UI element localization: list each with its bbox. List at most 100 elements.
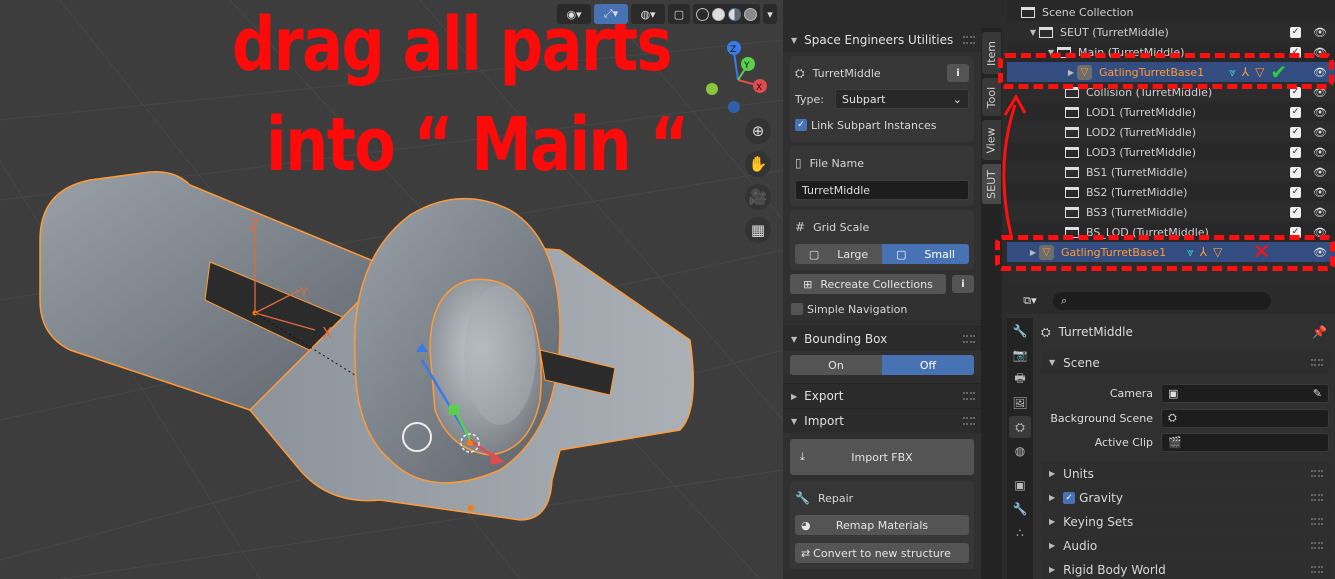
render-tab-icon[interactable]: 📷: [1009, 344, 1031, 366]
outliner-row[interactable]: LOD2 (TurretMiddle) ✓ 👁: [1007, 122, 1335, 142]
eye-icon[interactable]: 👁: [1313, 226, 1327, 239]
info-button[interactable]: i: [947, 64, 969, 82]
simple-navigation-checkbox[interactable]: Simple Navigation: [791, 298, 973, 320]
import-fbx-button[interactable]: ⤓ Import FBX: [790, 439, 974, 475]
remap-materials-button[interactable]: ◕ Remap Materials: [795, 515, 969, 535]
outliner-row[interactable]: Scene Collection: [1007, 2, 1335, 22]
drag-handle-icon[interactable]: [1311, 470, 1323, 477]
rigid-body-panel-header[interactable]: ▶ Rigid Body World: [1041, 558, 1329, 579]
eye-icon[interactable]: 👁: [1313, 86, 1327, 99]
export-header[interactable]: ▶ Export: [783, 384, 981, 408]
eye-icon[interactable]: 👁: [1313, 166, 1327, 179]
scene-tab-icon[interactable]: ⛭: [1009, 416, 1031, 438]
bounding-box-header[interactable]: ▼ Bounding Box: [783, 327, 981, 351]
drag-handle-icon[interactable]: [963, 36, 975, 44]
outliner-row[interactable]: LOD1 (TurretMiddle) ✓ 👁: [1007, 102, 1335, 122]
include-checkbox[interactable]: ✓: [1290, 206, 1302, 218]
eyedropper-icon[interactable]: ✎: [1313, 387, 1322, 400]
camera-field[interactable]: ▣ ✎: [1161, 383, 1329, 403]
file-name-input[interactable]: TurretMiddle: [795, 180, 969, 200]
rendered-shading-icon[interactable]: [744, 7, 757, 21]
eye-icon[interactable]: 👁: [1313, 146, 1327, 159]
include-checkbox[interactable]: ✓: [1290, 46, 1302, 58]
material-shading-icon[interactable]: [728, 7, 741, 21]
pin-icon[interactable]: 📌: [1312, 325, 1327, 339]
zoom-icon[interactable]: ⊕: [745, 118, 771, 144]
tool-tab-icon[interactable]: 🔧: [1009, 320, 1031, 342]
eye-icon[interactable]: 👁: [1313, 246, 1327, 259]
gizmo-toggle-icon[interactable]: ⤢▾: [594, 4, 628, 24]
bb-off-button[interactable]: Off: [882, 355, 974, 375]
xray-icon[interactable]: ▢: [668, 4, 690, 24]
link-subpart-checkbox[interactable]: ✓ Link Subpart Instances: [795, 114, 969, 136]
outliner-row[interactable]: BS_LOD (TurretMiddle) ✓ 👁: [1007, 222, 1335, 242]
include-checkbox[interactable]: ✓: [1290, 146, 1302, 158]
search-input[interactable]: ⌕: [1053, 292, 1271, 310]
modifier-tab-icon[interactable]: 🔧: [1009, 498, 1031, 520]
drag-handle-icon[interactable]: [1311, 518, 1323, 525]
eye-icon[interactable]: 👁: [1313, 126, 1327, 139]
drag-handle-icon[interactable]: [1311, 494, 1323, 501]
include-checkbox[interactable]: ✓: [1290, 86, 1302, 98]
eye-icon[interactable]: 👁: [1313, 206, 1327, 219]
grid-small-button[interactable]: ▢ Small: [882, 244, 969, 264]
camera-icon[interactable]: 🎥: [745, 184, 771, 210]
drag-handle-icon[interactable]: [1311, 359, 1323, 366]
drag-handle-icon[interactable]: [963, 392, 975, 400]
units-panel-header[interactable]: ▶ Units: [1041, 462, 1329, 485]
include-checkbox[interactable]: ✓: [1290, 26, 1302, 38]
drag-handle-icon[interactable]: [963, 417, 975, 425]
3d-viewport[interactable]: Z X Y Z X Y drag all parts into “ Main “…: [0, 0, 783, 579]
overlays-icon[interactable]: ◍▾: [631, 4, 665, 24]
visibility-icon[interactable]: ◉▾: [557, 4, 591, 24]
outliner-row-selected[interactable]: ▶ ▽ GatlingTurretBase1 ⩔ ⅄ ▽ ✔ 👁: [1007, 60, 1335, 84]
include-checkbox[interactable]: ✓: [1290, 226, 1302, 238]
eye-icon[interactable]: 👁: [1313, 66, 1327, 79]
keying-sets-panel-header[interactable]: ▶ Keying Sets: [1041, 510, 1329, 533]
include-checkbox[interactable]: ✓: [1290, 166, 1302, 178]
outliner-row[interactable]: BS1 (TurretMiddle) ✓ 👁: [1007, 162, 1335, 182]
eye-icon[interactable]: 👁: [1313, 186, 1327, 199]
outliner-row[interactable]: Collision (TurretMiddle) ✓ 👁: [1007, 82, 1335, 102]
editor-type-icon[interactable]: ⧉▾: [1015, 292, 1045, 310]
include-checkbox[interactable]: ✓: [1290, 126, 1302, 138]
gravity-panel-header[interactable]: ▶ ✓ Gravity: [1041, 486, 1329, 509]
hand-pan-icon[interactable]: ✋: [745, 151, 771, 177]
type-select[interactable]: Subpart ⌄: [835, 89, 969, 109]
info-button[interactable]: i: [952, 275, 974, 293]
tab-item[interactable]: Item: [982, 32, 1001, 74]
gravity-checkbox[interactable]: ✓: [1063, 491, 1076, 504]
include-checkbox[interactable]: ✓: [1290, 106, 1302, 118]
solid-shading-icon[interactable]: [712, 7, 725, 21]
drag-handle-icon[interactable]: [1311, 542, 1323, 549]
audio-panel-header[interactable]: ▶ Audio: [1041, 534, 1329, 557]
particles-tab-icon[interactable]: ∴: [1009, 522, 1031, 544]
active-clip-field[interactable]: 🎬: [1161, 432, 1329, 452]
outliner-row[interactable]: ▼ SEUT (TurretMiddle) ✓ 👁: [1007, 22, 1335, 42]
bb-on-button[interactable]: On: [790, 355, 882, 375]
eye-icon[interactable]: 👁: [1313, 46, 1327, 59]
wireframe-shading-icon[interactable]: [696, 7, 709, 21]
drag-handle-icon[interactable]: [963, 335, 975, 343]
eye-icon[interactable]: 👁: [1313, 26, 1327, 39]
world-tab-icon[interactable]: ◍: [1009, 440, 1031, 462]
outliner-row[interactable]: BS3 (TurretMiddle) ✓ 👁: [1007, 202, 1335, 222]
convert-structure-button[interactable]: ⇄ Convert to new structure: [795, 543, 969, 563]
drag-handle-icon[interactable]: [1311, 566, 1323, 573]
grid-ortho-icon[interactable]: ▦: [745, 217, 771, 243]
outliner-row-selected[interactable]: ▶ ▽ GatlingTurretBase1 ⩔ ⅄ ▽ ✕ 👁: [1007, 240, 1335, 265]
scene-panel-header[interactable]: ▼ Scene: [1041, 351, 1329, 374]
grid-large-button[interactable]: ▢ Large: [795, 244, 882, 264]
outliner-row[interactable]: ▼ Main (TurretMiddle) ✓ 👁: [1007, 42, 1335, 62]
import-header[interactable]: ▼ Import: [783, 409, 981, 433]
shading-dropdown-icon[interactable]: ▾: [763, 4, 777, 24]
view-layer-tab-icon[interactable]: 🖼: [1009, 392, 1031, 414]
include-checkbox[interactable]: ✓: [1290, 186, 1302, 198]
eye-icon[interactable]: 👁: [1313, 106, 1327, 119]
recreate-collections-button[interactable]: ⊞ Recreate Collections: [790, 274, 946, 294]
outliner-row[interactable]: BS2 (TurretMiddle) ✓ 👁: [1007, 182, 1335, 202]
background-scene-field[interactable]: ⛭: [1161, 408, 1329, 428]
outliner-row[interactable]: LOD3 (TurretMiddle) ✓ 👁: [1007, 142, 1335, 162]
output-tab-icon[interactable]: 🖶: [1009, 368, 1031, 390]
object-tab-icon[interactable]: ▣: [1009, 474, 1031, 496]
